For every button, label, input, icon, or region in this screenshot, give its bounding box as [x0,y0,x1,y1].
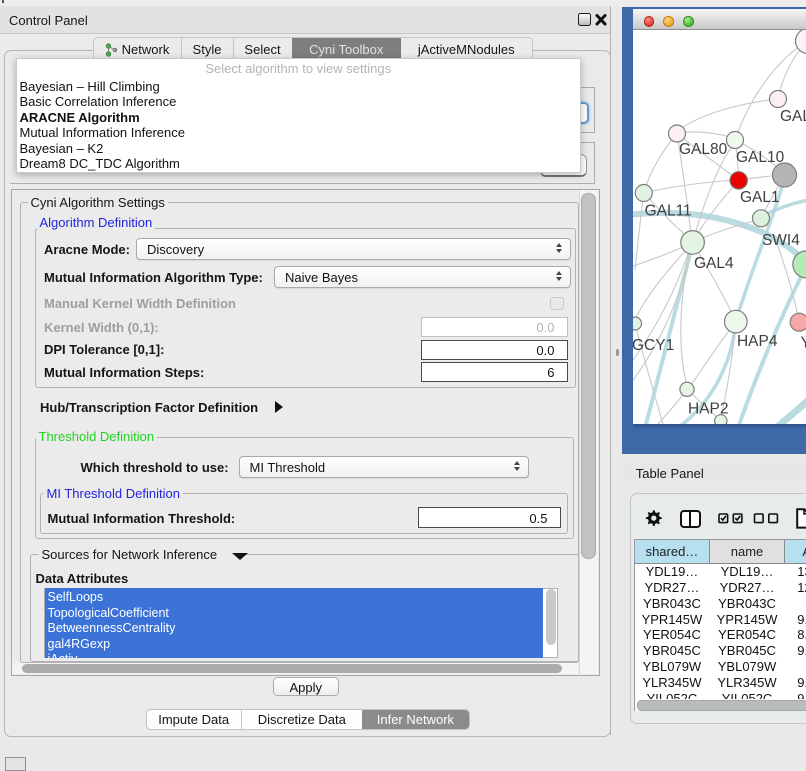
svg-text:GAL4: GAL4 [694,255,734,272]
svg-text:GAL11: GAL11 [644,203,691,220]
svg-text:GAL1: GAL1 [740,189,780,206]
svg-text:GCY1: GCY1 [633,337,674,354]
svg-text:HAP2: HAP2 [688,401,728,418]
svg-text:GAL80: GAL80 [679,141,727,158]
svg-text:SWI4: SWI4 [762,232,800,249]
svg-text:GAL2: GAL2 [780,108,806,125]
svg-text:HAP4: HAP4 [737,333,778,350]
svg-text:GAL10: GAL10 [736,149,784,166]
svg-text:Y: Y [800,335,806,352]
